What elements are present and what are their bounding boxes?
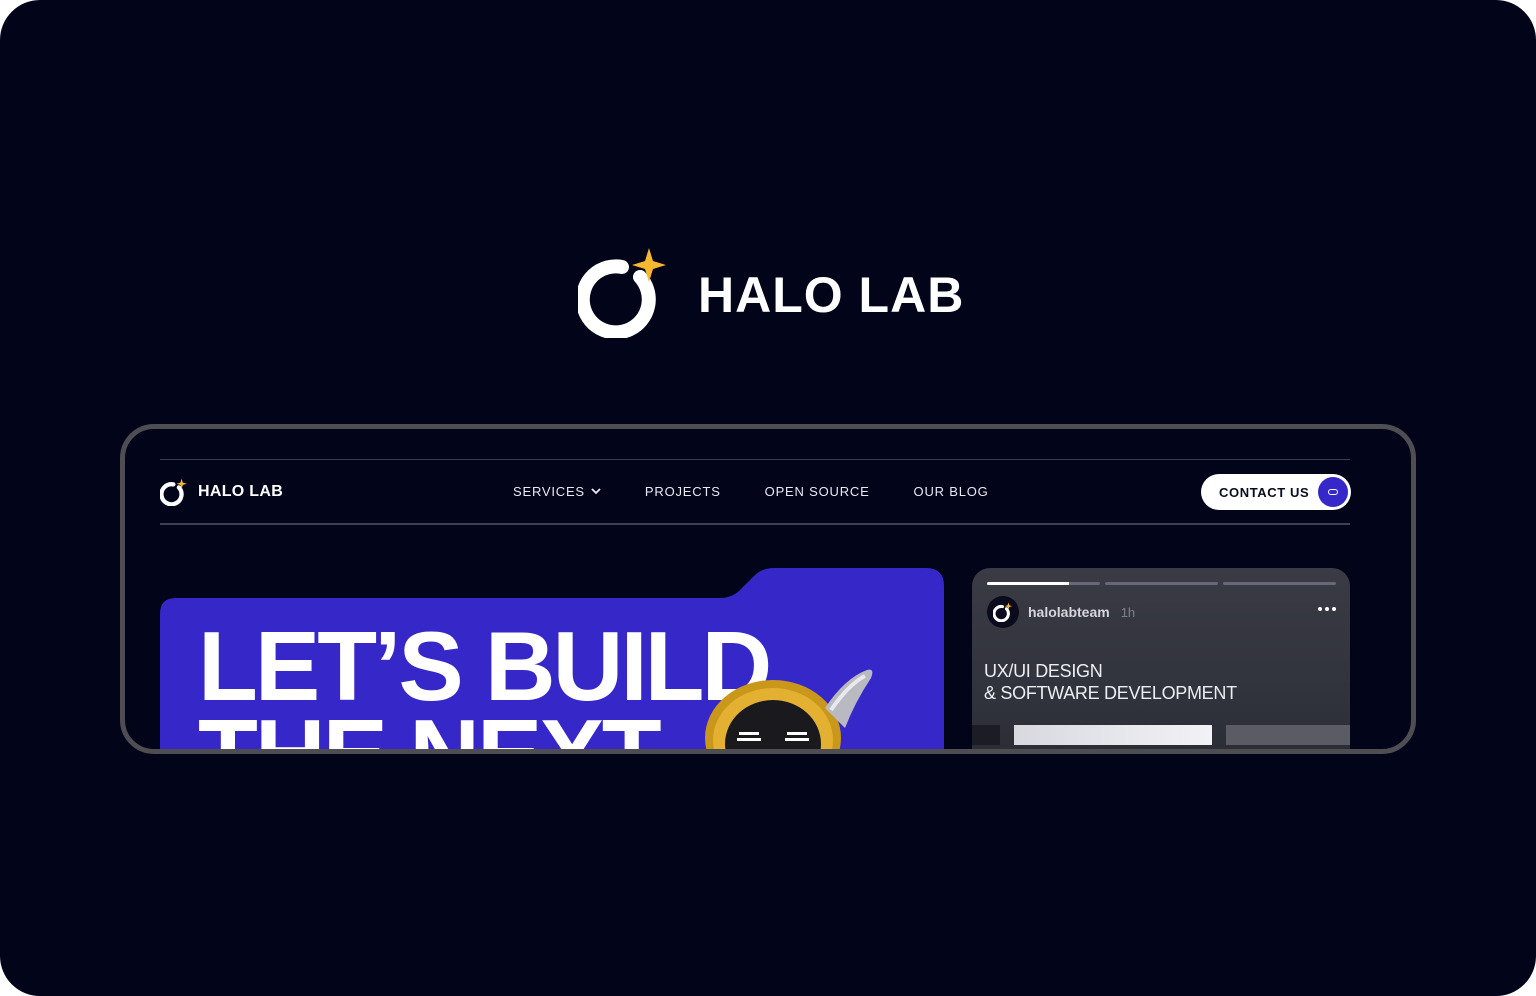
divider	[160, 523, 1350, 525]
site-logo-text: HALO LAB	[198, 483, 284, 500]
nav-item-our-blog[interactable]: OUR BLOG	[914, 484, 989, 499]
story-title-line: UX/UI DESIGN	[984, 661, 1103, 681]
avatar[interactable]	[987, 596, 1019, 628]
progress-segment	[1223, 582, 1336, 585]
story-card[interactable]: halolabteam 1h UX/UI DESIGN & SOFTWARE D…	[972, 568, 1350, 749]
hero-title: LET’S BUILD THE NEXT	[198, 611, 772, 749]
halo-logo-icon	[160, 478, 187, 506]
story-progress	[987, 582, 1336, 585]
main-nav: SERVICES PROJECTS OPEN SOURCE OUR BLOG	[513, 484, 989, 499]
thumbnail	[1014, 725, 1212, 745]
nav-item-label: PROJECTS	[644, 484, 721, 499]
progress-segment	[987, 582, 1100, 585]
story-title-line: & SOFTWARE DEVELOPMENT	[984, 683, 1237, 703]
halo-logo-icon	[578, 248, 666, 338]
contact-us-button[interactable]: CONTACT US	[1201, 474, 1351, 510]
robot-mascot-icon	[705, 669, 873, 749]
nav-item-label: OPEN SOURCE	[764, 484, 870, 499]
brand-logo: HALO LAB	[578, 246, 963, 338]
halo-logo-icon	[993, 602, 1013, 622]
more-options-icon[interactable]	[1318, 607, 1336, 611]
nav-item-open-source[interactable]: OPEN SOURCE	[765, 484, 870, 499]
thumbnail	[1226, 725, 1350, 745]
nav-item-label: OUR BLOG	[913, 484, 989, 499]
showcase-card: HALO LAB HALO LAB SERVICES PROJECTS OPEN…	[0, 0, 1536, 996]
contact-us-label: CONTACT US	[1219, 484, 1310, 500]
site-logo[interactable]: HALO LAB	[160, 478, 283, 506]
contact-icon	[1318, 477, 1348, 507]
divider	[160, 459, 1350, 460]
chevron-down-icon	[591, 488, 601, 495]
story-timestamp: 1h	[1120, 604, 1136, 620]
story-username[interactable]: halolabteam	[1028, 604, 1110, 620]
nav-item-projects[interactable]: PROJECTS	[645, 484, 721, 499]
hero-panel: LET’S BUILD THE NEXT	[160, 568, 944, 749]
story-title: UX/UI DESIGN & SOFTWARE DEVELOPMENT	[984, 660, 1237, 704]
hero-title-line: LET’S BUILD	[198, 611, 772, 721]
website-preview-frame: HALO LAB SERVICES PROJECTS OPEN SOURCE O…	[120, 424, 1416, 754]
thumbnail	[972, 725, 1000, 745]
nav-item-services[interactable]: SERVICES	[513, 484, 601, 499]
story-header: halolabteam 1h	[987, 596, 1135, 628]
brand-name: HALO LAB	[698, 267, 965, 323]
nav-item-label: SERVICES	[513, 484, 585, 499]
progress-segment	[1105, 582, 1218, 585]
story-thumbnails	[972, 725, 1350, 745]
